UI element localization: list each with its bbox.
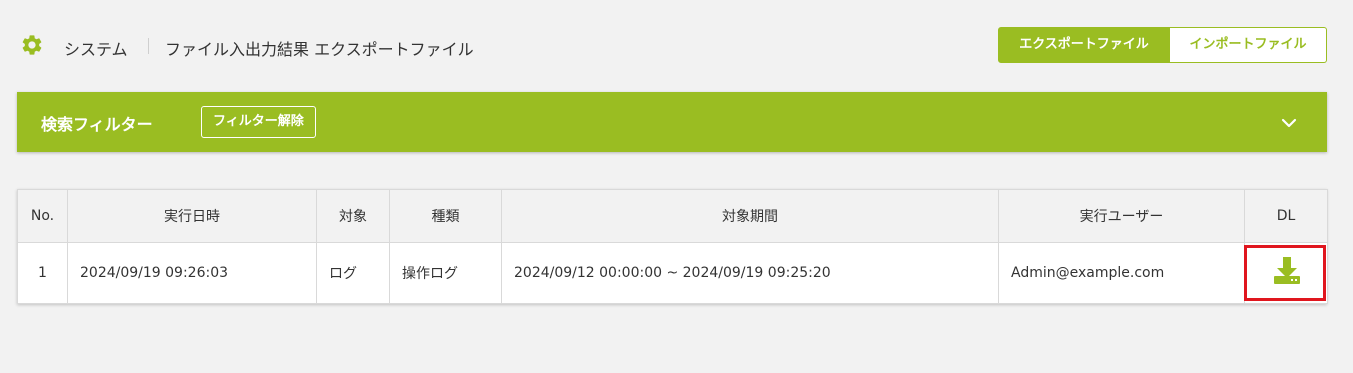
cell-period: 2024/09/12 00:00:00 ~ 2024/09/19 09:25:2… xyxy=(501,242,999,304)
export-results-table: No. 実行日時 対象 種類 対象期間 実行ユーザー DL 1 2024/09/… xyxy=(17,189,1328,304)
cell-executed-at: 2024/09/19 09:26:03 xyxy=(67,242,317,304)
cell-dl xyxy=(1244,242,1328,304)
column-header-period: 対象期間 xyxy=(501,189,999,243)
filter-title: 検索フィルター xyxy=(41,115,153,134)
column-header-executed-at: 実行日時 xyxy=(67,189,317,243)
cell-kind: 操作ログ xyxy=(389,242,502,304)
file-type-switch: エクスポートファイル インポートファイル xyxy=(998,27,1327,63)
breadcrumb-section: システム xyxy=(64,40,128,59)
chevron-down-icon[interactable] xyxy=(1279,113,1299,133)
cell-user: Admin@example.com xyxy=(998,242,1245,304)
tab-export-files[interactable]: エクスポートファイル xyxy=(998,27,1170,63)
column-header-kind: 種類 xyxy=(389,189,502,243)
page-title: ファイル入出力結果 エクスポートファイル xyxy=(165,40,474,59)
gear-icon xyxy=(22,35,42,55)
column-header-target: 対象 xyxy=(316,189,390,243)
cell-target: ログ xyxy=(316,242,390,304)
cell-no: 1 xyxy=(17,242,68,304)
column-header-no: No. xyxy=(17,189,68,243)
table-row: 1 2024/09/19 09:26:03 ログ 操作ログ 2024/09/12… xyxy=(17,242,1328,304)
column-header-dl: DL xyxy=(1244,189,1328,243)
breadcrumb-divider xyxy=(148,38,149,54)
page-header: システム ファイル入出力結果 エクスポートファイル エクスポートファイル インポ… xyxy=(0,0,1353,92)
search-filter-bar[interactable]: 検索フィルター フィルター解除 xyxy=(17,92,1327,152)
tab-import-files[interactable]: インポートファイル xyxy=(1170,27,1327,63)
download-icon[interactable] xyxy=(1271,255,1303,287)
table-header-row: No. 実行日時 対象 種類 対象期間 実行ユーザー DL xyxy=(17,189,1328,243)
clear-filter-button[interactable]: フィルター解除 xyxy=(201,106,316,138)
column-header-user: 実行ユーザー xyxy=(998,189,1245,243)
